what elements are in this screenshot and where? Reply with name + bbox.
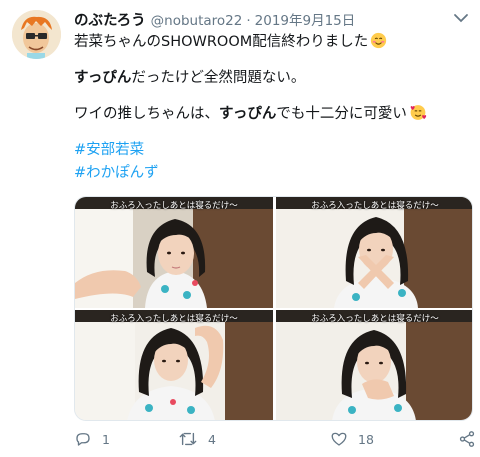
reply-icon — [76, 433, 90, 446]
like-count: 18 — [358, 431, 374, 447]
tweet-header: のぶたろう @nobutaro22 · 2019年9月15日 — [74, 9, 440, 29]
photo-girl-hand-on-chin — [276, 310, 472, 420]
photo-girl-selfie — [75, 197, 273, 308]
separator-dot: · — [246, 13, 251, 29]
photo-girl-hands-cross — [276, 197, 472, 308]
media-image-4[interactable]: おふろ入ったしあとは寝るだけ〜 — [276, 310, 472, 420]
avatar-illustration — [12, 10, 61, 59]
share-button[interactable] — [458, 430, 476, 448]
media-caption: おふろ入ったしあとは寝るだけ〜 — [311, 201, 439, 211]
tweet-actions: 1 4 18 — [74, 430, 476, 450]
heart-icon — [331, 432, 347, 446]
media-caption: おふろ入ったしあとは寝るだけ〜 — [110, 201, 238, 211]
smiling-face-with-hearts-emoji — [410, 105, 427, 120]
reply-button[interactable]: 1 — [74, 430, 110, 448]
reply-count: 1 — [102, 431, 110, 447]
tweet-line-1-text: 若菜ちゃんのSHOWROOM配信終わりました — [74, 34, 369, 50]
media-image-3[interactable]: おふろ入ったしあとは寝るだけ〜 — [75, 310, 273, 420]
retweet-button[interactable]: 4 — [178, 430, 216, 448]
media-caption: おふろ入ったしあとは寝るだけ〜 — [110, 314, 238, 324]
media-image-1[interactable]: おふろ入ったしあとは寝るだけ〜 — [75, 197, 273, 308]
retweet-icon — [179, 432, 197, 446]
author-avatar[interactable] — [12, 10, 61, 59]
media-caption: おふろ入ったしあとは寝るだけ〜 — [311, 314, 439, 324]
more-options-button[interactable] — [452, 10, 470, 24]
media-grid: おふろ入ったしあとは寝るだけ〜 おふろ入ったしあとは寝るだけ〜 おふろ入ったしあ… — [74, 196, 473, 421]
chevron-down-icon — [454, 14, 468, 23]
retweet-count: 4 — [208, 431, 216, 447]
tweet-line-3: ワイの推しちゃんは、すっぴんでも十二分に可愛い — [74, 103, 470, 125]
author-handle[interactable]: @nobutaro22 — [151, 13, 243, 29]
tweet-date[interactable]: 2019年9月15日 — [255, 9, 356, 29]
share-icon — [459, 431, 475, 447]
author-name[interactable]: のぶたろう — [74, 9, 146, 30]
tweet-line-3-bold: すっぴん — [219, 106, 277, 122]
tweet-line-2: すっぴんだったけど全然問題ない。 — [74, 67, 470, 89]
like-button[interactable]: 18 — [330, 430, 374, 448]
tweet-line-3-post: でも十二分に可愛い — [276, 106, 407, 122]
smiling-face-emoji — [371, 32, 387, 49]
tweet-line-3-pre: ワイの推しちゃんは、 — [74, 106, 219, 122]
hashtag-link[interactable]: #わかぽんず — [74, 162, 470, 185]
tweet-line-2-bold: すっぴん — [74, 70, 132, 86]
hashtag-link[interactable]: #安部若菜 — [74, 139, 470, 162]
media-image-2[interactable]: おふろ入ったしあとは寝るだけ〜 — [276, 197, 472, 308]
photo-girl-hand-on-head — [75, 310, 273, 420]
tweet-text: 若菜ちゃんのSHOWROOM配信終わりました すっぴんだったけど全然問題ない。 … — [74, 31, 470, 185]
tweet-line-1: 若菜ちゃんのSHOWROOM配信終わりました — [74, 31, 470, 53]
tweet-line-2-rest: だったけど全然問題ない。 — [131, 70, 306, 86]
